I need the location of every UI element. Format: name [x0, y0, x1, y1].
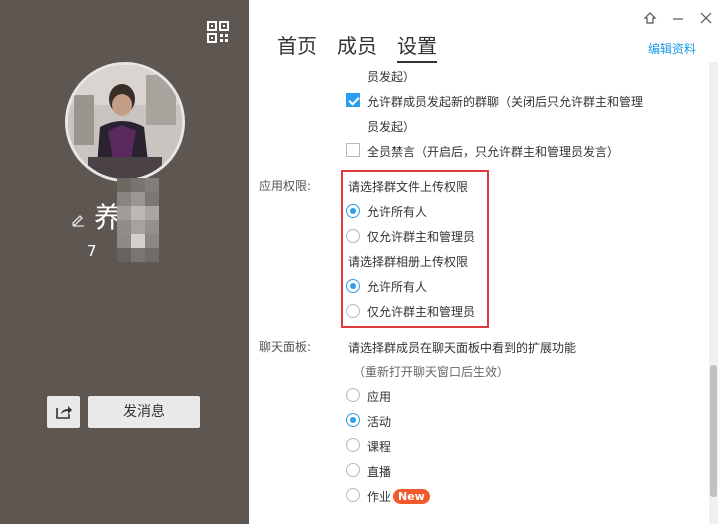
mute-all-checkbox[interactable]	[346, 143, 360, 157]
file-allow-all-label: 允许所有人	[367, 205, 428, 219]
chat-option-app-radio[interactable]	[346, 388, 360, 402]
avatar[interactable]	[65, 62, 185, 182]
file-admins-only-label: 仅允许群主和管理员	[367, 230, 476, 244]
chat-option-activity-label: 活动	[367, 415, 392, 429]
mute-all-label: 全员禁言（开启后，只允许群主和管理员发言）	[367, 145, 620, 159]
chat-option-live-radio[interactable]	[346, 463, 360, 477]
previous-option-continuation: 员发起）	[367, 70, 416, 84]
profile-panel: 养 场 7 发消息	[0, 0, 249, 524]
share-icon	[55, 406, 72, 419]
profile-id: 7	[87, 242, 97, 260]
chat-option-course-radio[interactable]	[346, 438, 360, 452]
album-admins-only-label: 仅允许群主和管理员	[367, 305, 476, 319]
share-button[interactable]	[47, 396, 80, 428]
chat-option-activity-radio[interactable]	[346, 413, 360, 427]
chat-option-app-label: 应用	[367, 390, 392, 404]
tab-home[interactable]: 首页	[277, 30, 317, 63]
chat-option-course-label: 课程	[367, 440, 392, 454]
chat-option-live-label: 直播	[367, 465, 392, 479]
file-admins-only-radio[interactable]	[346, 229, 360, 243]
chat-panel-title: 请选择群成员在聊天面板中看到的扩展功能	[348, 341, 577, 355]
app-permission-label: 应用权限:	[259, 179, 312, 193]
settings-panel: 首页 成员 设置 编辑资料 员发起） 允许群成员发起新的群聊（关闭后只允许群主和…	[249, 0, 724, 524]
album-permission-title: 请选择群相册上传权限	[348, 255, 469, 269]
qr-code-icon[interactable]	[206, 20, 230, 44]
new-badge: New	[393, 489, 430, 504]
skin-icon[interactable]	[642, 10, 658, 26]
send-message-button[interactable]: 发消息	[88, 396, 200, 428]
tab-members[interactable]: 成员	[337, 30, 377, 63]
allow-new-chat-label-cont: 员发起）	[367, 120, 416, 134]
minimize-icon[interactable]	[670, 10, 686, 26]
file-allow-all-radio[interactable]	[346, 204, 360, 218]
tab-bar: 首页 成员 设置	[277, 30, 437, 63]
chat-panel-note: （重新打开聊天窗口后生效）	[353, 365, 510, 379]
scrollbar-thumb[interactable]	[710, 365, 717, 497]
chat-option-homework-radio[interactable]	[346, 488, 360, 502]
album-allow-all-label: 允许所有人	[367, 280, 428, 294]
album-allow-all-radio[interactable]	[346, 279, 360, 293]
album-admins-only-radio[interactable]	[346, 304, 360, 318]
close-icon[interactable]	[698, 10, 714, 26]
file-permission-title: 请选择群文件上传权限	[348, 180, 469, 194]
chat-panel-label: 聊天面板:	[259, 340, 312, 354]
edit-name-icon[interactable]	[70, 211, 86, 227]
window-controls	[642, 10, 714, 26]
settings-content: 员发起） 允许群成员发起新的群聊（关闭后只允许群主和管理 员发起） 全员禁言（开…	[249, 62, 709, 524]
allow-new-chat-label: 允许群成员发起新的群聊（关闭后只允许群主和管理	[367, 95, 644, 109]
allow-new-chat-checkbox[interactable]	[346, 93, 360, 107]
tab-settings[interactable]: 设置	[397, 30, 437, 63]
chat-option-homework-label: 作业	[367, 490, 392, 504]
chat-option-homework-row: 作业 New	[367, 488, 430, 505]
edit-profile-link[interactable]: 编辑资料	[648, 40, 696, 57]
pixelated-mask	[113, 178, 169, 268]
